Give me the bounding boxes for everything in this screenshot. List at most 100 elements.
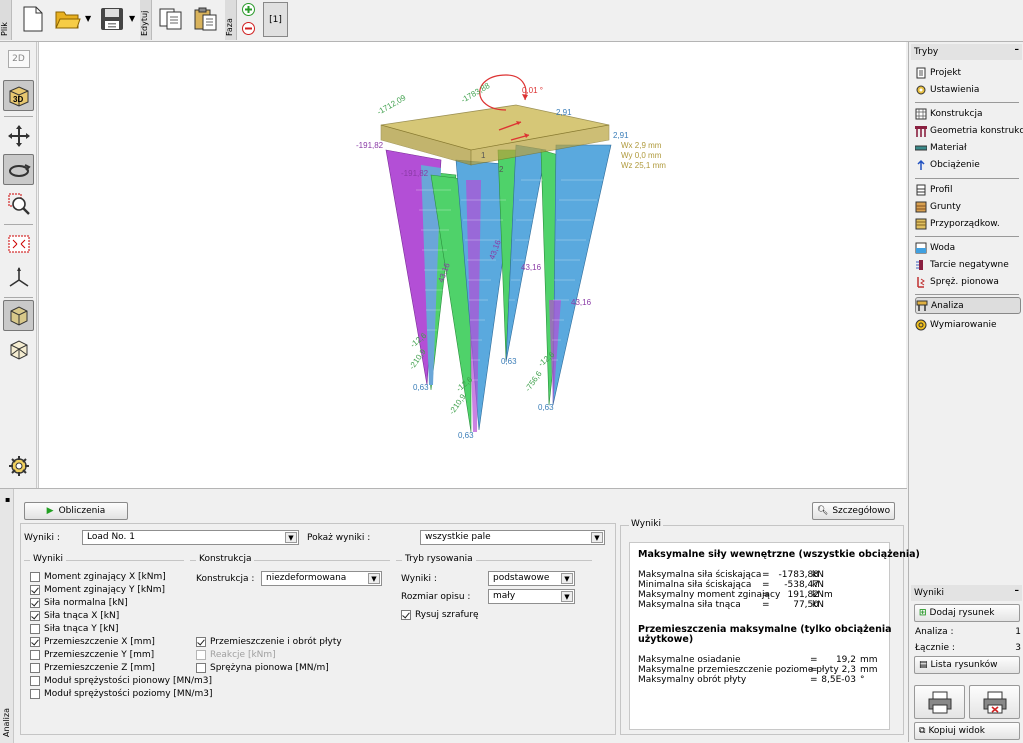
new-file-button[interactable] bbox=[17, 3, 49, 35]
print-export-button[interactable] bbox=[969, 685, 1020, 719]
model-viewport[interactable]: 0,01 ° -1712,09 -1783,88 2,91 2,91 -191,… bbox=[38, 42, 906, 488]
tab-plik-label: Plik bbox=[0, 22, 9, 36]
rotate-icon bbox=[8, 163, 31, 177]
wireframe-view-button[interactable] bbox=[3, 334, 34, 365]
mode-label: Wymiarowanie bbox=[930, 319, 997, 330]
tryby-header: Tryby – bbox=[911, 44, 1022, 60]
pile-end-label: -756,6 bbox=[523, 369, 544, 393]
total-count-value: 3 bbox=[1015, 643, 1021, 653]
view-2d-button[interactable]: 2D bbox=[3, 47, 34, 71]
save-dropdown-icon[interactable]: ▼ bbox=[129, 14, 135, 23]
solid-view-button[interactable] bbox=[3, 300, 34, 331]
mode-konstrukcja[interactable]: Konstrukcja bbox=[915, 105, 1021, 122]
collapse-icon[interactable]: – bbox=[1015, 586, 1020, 596]
result-value: 8,5E-03 bbox=[821, 675, 856, 685]
print-button[interactable] bbox=[914, 685, 965, 719]
mode-projekt[interactable]: Projekt bbox=[915, 64, 1021, 81]
axes-button[interactable] bbox=[3, 262, 34, 293]
open-dropdown-icon[interactable]: ▼ bbox=[85, 14, 91, 23]
shear-force-label: 2,91 bbox=[613, 131, 629, 140]
pan-button[interactable] bbox=[3, 120, 34, 151]
result-row: Maksymalna siła tnąca = 77,50 kN bbox=[638, 600, 883, 611]
frame-side-tab[interactable]: Analiza ▪ bbox=[0, 489, 14, 743]
mode-material[interactable]: Materiał bbox=[914, 139, 1021, 156]
plus-icon bbox=[242, 3, 255, 16]
wyniki-header: Wyniki – bbox=[911, 585, 1022, 601]
result-unit: kNm bbox=[812, 590, 833, 600]
results-box: Maksymalne siły wewnętrzne (wszystkie ob… bbox=[629, 542, 920, 730]
mode-profil[interactable]: Profil bbox=[915, 181, 1021, 198]
frame-side-tab-label: Analiza bbox=[2, 708, 11, 737]
tab-edytuj-label: Edytuj bbox=[140, 10, 149, 36]
copy-view-button[interactable]: ⧉ Kopiuj widok bbox=[914, 722, 1020, 740]
mode-obciazenie[interactable]: Obciążenie bbox=[915, 156, 1021, 173]
phase-1-button[interactable]: [1] bbox=[263, 2, 288, 37]
phase-1-label: [1] bbox=[269, 14, 282, 25]
moment-label: 43,16 bbox=[521, 263, 542, 272]
rotate-button[interactable] bbox=[3, 154, 34, 185]
spring-icon bbox=[915, 276, 927, 288]
mode-label: Obciążenie bbox=[930, 159, 980, 170]
drawings-list-button[interactable]: ▤ Lista rysunków bbox=[914, 656, 1020, 674]
analysis-icon bbox=[916, 300, 928, 312]
pile-number-label: 2 bbox=[499, 165, 504, 174]
mode-label: Materiał bbox=[930, 142, 967, 153]
moment-label: 43,16 bbox=[571, 298, 592, 307]
copy-button[interactable] bbox=[155, 3, 187, 35]
gear-icon bbox=[8, 455, 29, 476]
result-name: Maksymalna siła tnąca bbox=[638, 600, 741, 610]
drawings-list-label: Lista rysunków bbox=[930, 660, 998, 670]
mode-geometria[interactable]: Geometria konstrukcji bbox=[915, 122, 1023, 139]
obliczenia-button[interactable]: ▶ Obliczenia bbox=[24, 502, 128, 520]
result-eq: = bbox=[810, 675, 818, 685]
normal-force-label: -1783,88 bbox=[460, 81, 492, 105]
tab-faza[interactable]: Faza bbox=[225, 0, 237, 40]
mode-tarcie[interactable]: Tarcie negatywne bbox=[915, 256, 1021, 273]
shear-force-label: 2,91 bbox=[556, 108, 572, 117]
water-icon bbox=[915, 242, 927, 254]
mode-label: Ustawienia bbox=[930, 84, 980, 95]
copy-icon: ⧉ bbox=[919, 726, 926, 736]
printer-export-icon bbox=[983, 691, 1006, 714]
mode-analiza[interactable]: Analiza bbox=[915, 297, 1021, 314]
mode-label: Grunty bbox=[930, 201, 961, 212]
pile-end-label: 0,63 bbox=[501, 357, 517, 366]
displacements-title-cont: użytkowe) bbox=[638, 634, 694, 645]
tab-faza-label: Faza bbox=[225, 18, 234, 36]
tab-edytuj[interactable]: Edytuj bbox=[140, 0, 152, 40]
mode-label: Analiza bbox=[931, 300, 964, 311]
zoom-button[interactable] bbox=[3, 188, 34, 219]
main-toolbar: Plik ▼ ▼ Edytuj Faza [1] bbox=[0, 0, 1023, 42]
rotation-label: 0,01 ° bbox=[522, 86, 543, 95]
friction-icon bbox=[915, 259, 927, 271]
view-3d-button[interactable]: 3D bbox=[3, 80, 34, 111]
mode-sprez-pionowa[interactable]: Spręż. pionowa bbox=[915, 273, 1021, 290]
panel-separator bbox=[915, 178, 1019, 179]
total-count-label: Łącznie : bbox=[915, 643, 955, 653]
zoom-extents-button[interactable] bbox=[3, 228, 34, 259]
axes-icon bbox=[9, 266, 28, 287]
zoom-extents-icon bbox=[8, 235, 29, 252]
toolbar-separator bbox=[4, 224, 33, 225]
save-file-button[interactable] bbox=[96, 3, 128, 35]
mode-wymiarowanie[interactable]: Wymiarowanie bbox=[915, 316, 1021, 333]
mode-przyporzadkow[interactable]: Przyporządkow. bbox=[915, 215, 1021, 232]
result-eq: = bbox=[810, 665, 818, 675]
settings-button[interactable] bbox=[3, 450, 34, 481]
mode-woda[interactable]: Woda bbox=[915, 239, 1021, 256]
view-toolbar: 2D 3D bbox=[0, 42, 37, 488]
tab-plik[interactable]: Plik bbox=[0, 0, 12, 40]
open-file-button[interactable] bbox=[52, 3, 84, 35]
remove-phase-button[interactable] bbox=[242, 22, 255, 35]
mode-ustawienia[interactable]: Ustawienia bbox=[915, 81, 1021, 98]
moment-label: -191,82 bbox=[356, 141, 384, 150]
add-drawing-button[interactable]: ⊞ Dodaj rysunek bbox=[914, 604, 1020, 622]
paste-button[interactable] bbox=[190, 3, 222, 35]
normal-force-label: -1712,09 bbox=[376, 93, 408, 117]
add-phase-button[interactable] bbox=[242, 3, 255, 16]
profile-icon bbox=[915, 184, 927, 196]
collapse-icon[interactable]: – bbox=[1015, 45, 1020, 55]
mode-grunty[interactable]: Grunty bbox=[915, 198, 1021, 215]
szczegolowo-button[interactable]: 🔍︎ Szczegółowo bbox=[812, 502, 895, 520]
pile-end-label: 0,63 bbox=[413, 383, 429, 392]
